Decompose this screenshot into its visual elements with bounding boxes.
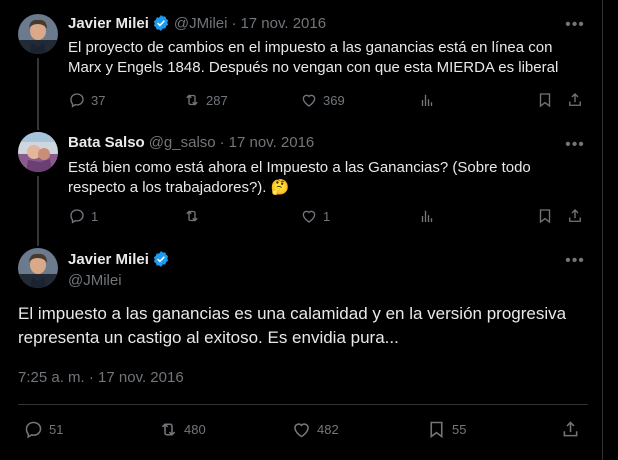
retweet-button[interactable]: 287	[183, 90, 228, 110]
tweet-header: Bata Salso @g_salso · 17 nov. 2016	[68, 134, 314, 151]
tweet-timestamp[interactable]: 7:25 a. m. · 17 nov. 2016	[18, 369, 184, 386]
like-icon	[302, 210, 316, 223]
separator-dot: ·	[231, 14, 237, 32]
tweet-header: Javier Milei @JMilei · 17 nov. 2016	[68, 14, 326, 32]
tweet-date[interactable]: 17 nov. 2016	[229, 134, 315, 151]
like-button[interactable]: 369	[300, 90, 345, 110]
tweet-actions: 51 480 482 55	[18, 417, 588, 441]
share-icon	[569, 93, 581, 106]
more-icon[interactable]: •••	[562, 253, 588, 274]
retweet-icon	[161, 422, 176, 436]
share-button[interactable]	[560, 417, 581, 441]
reply-count: 51	[49, 421, 64, 437]
views-button[interactable]	[418, 90, 436, 110]
views-button[interactable]	[418, 206, 436, 226]
thread-connector	[37, 58, 39, 128]
like-icon	[294, 422, 309, 437]
like-button[interactable]: 482	[291, 417, 339, 441]
bookmark-count: 55	[452, 421, 467, 437]
tweet-text: El impuesto a las ganancias es una calam…	[18, 304, 567, 347]
reply-button[interactable]: 1	[68, 206, 98, 226]
author-handle[interactable]: @g_salso	[149, 134, 216, 151]
bookmark-button[interactable]: 55	[426, 417, 466, 441]
author-handle[interactable]: @JMilei	[174, 15, 228, 32]
verified-icon	[152, 14, 170, 32]
author-name[interactable]: Bata Salso	[68, 134, 145, 151]
tweet-text: Está bien como está ahora el Impuesto a …	[68, 159, 531, 196]
retweet-count: 480	[184, 421, 206, 437]
column-border	[602, 0, 603, 460]
reply-count: 1	[91, 208, 99, 224]
reply-button[interactable]: 51	[23, 417, 63, 441]
views-icon	[421, 94, 433, 106]
main-tweet: Javier Milei @JMilei ••• El impuesto a l…	[0, 236, 602, 460]
share-icon	[563, 420, 578, 436]
like-count: 1	[323, 208, 331, 224]
bookmark-icon	[539, 93, 551, 108]
tweet-actions: 37 287 369	[68, 90, 588, 110]
thread-tweet-1[interactable]: Javier Milei @JMilei · 17 nov. 2016 ••• …	[0, 0, 602, 128]
more-icon[interactable]: •••	[562, 137, 588, 158]
views-icon	[421, 210, 433, 222]
more-icon[interactable]: •••	[562, 17, 588, 38]
tweet-date[interactable]: 17 nov. 2016	[240, 15, 326, 32]
tweet-actions: 1 1	[68, 206, 588, 226]
retweet-icon	[186, 94, 198, 106]
avatar[interactable]	[18, 132, 58, 172]
tweet-header: Javier Milei @JMilei	[68, 250, 170, 289]
share-icon	[569, 209, 581, 222]
bookmark-icon	[430, 421, 443, 438]
tweet-text: El proyecto de cambios en el impuesto a …	[68, 39, 559, 76]
thread-tweet-2[interactable]: Bata Salso @g_salso · 17 nov. 2016 ••• E…	[0, 120, 602, 236]
bookmark-button[interactable]	[536, 90, 554, 110]
avatar[interactable]	[18, 248, 58, 288]
bookmark-button[interactable]	[536, 206, 554, 226]
bookmark-icon	[539, 209, 551, 224]
share-button[interactable]	[566, 206, 584, 226]
author-handle[interactable]: @JMilei	[68, 272, 170, 289]
divider	[18, 404, 588, 405]
retweet-icon	[186, 210, 198, 222]
avatar[interactable]	[18, 14, 58, 54]
reply-button[interactable]: 37	[68, 90, 105, 110]
reply-icon	[70, 209, 84, 224]
separator-dot: ·	[219, 134, 225, 151]
verified-icon	[152, 250, 170, 268]
author-name[interactable]: Javier Milei	[68, 251, 149, 268]
like-icon	[302, 94, 316, 107]
like-count: 482	[317, 421, 339, 437]
retweet-count: 287	[206, 92, 228, 108]
reply-icon	[70, 93, 84, 108]
author-name[interactable]: Javier Milei	[68, 15, 149, 32]
like-count: 369	[323, 92, 345, 108]
reply-icon	[25, 421, 42, 438]
like-button[interactable]: 1	[300, 206, 330, 226]
thread-connector-top	[37, 120, 39, 130]
retweet-button[interactable]: 480	[158, 417, 206, 441]
reply-count: 37	[91, 92, 106, 108]
thread-connector-top	[37, 236, 39, 246]
thread-connector	[37, 176, 39, 236]
share-button[interactable]	[566, 90, 584, 110]
retweet-button[interactable]	[183, 206, 206, 226]
